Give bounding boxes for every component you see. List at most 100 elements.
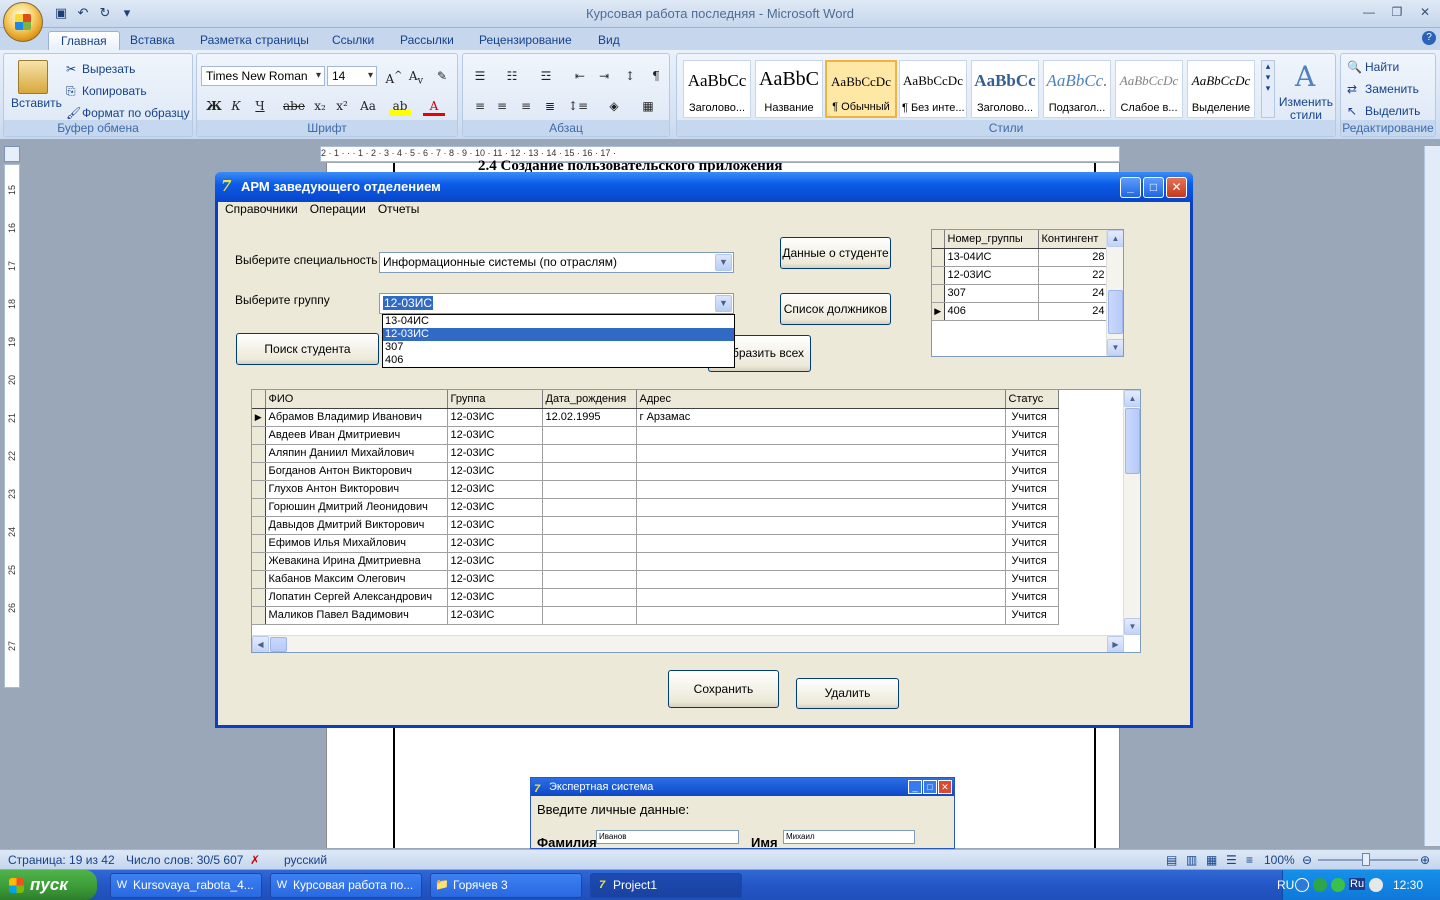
document-scrollbar[interactable]: [1424, 146, 1440, 846]
grid-cell[interactable]: 24: [1038, 284, 1109, 303]
table-row[interactable]: Давыдов Дмитрий Викторович 12-03ИС Учится: [252, 516, 1059, 535]
style-emphasis[interactable]: AaBbCcDc Выделение: [1187, 60, 1255, 118]
grid-cell[interactable]: 12.02.1995: [542, 408, 637, 427]
menu-references[interactable]: Справочники: [225, 202, 298, 220]
grid-cell[interactable]: [542, 570, 637, 589]
show-marks-icon[interactable]: ¶: [645, 66, 667, 86]
scroll-up-icon[interactable]: ▲: [1107, 230, 1123, 247]
cut-icon[interactable]: ✂: [66, 62, 76, 76]
dropdown-option[interactable]: 307: [383, 341, 734, 354]
dropdown-option[interactable]: 13-04ИС: [383, 315, 734, 328]
grid-cell[interactable]: [542, 534, 637, 553]
tab-review[interactable]: Рецензирование: [467, 31, 584, 50]
grid-cell[interactable]: 12-03ИС: [944, 266, 1039, 285]
paste-button[interactable]: Вставить: [11, 96, 62, 110]
spelling-check-icon[interactable]: ✗: [250, 853, 260, 867]
styles-scroll-icon[interactable]: ▴ ▾ ▾: [1261, 60, 1275, 118]
borders-icon[interactable]: ▦: [637, 96, 659, 116]
specialty-select[interactable]: Информационные системы (по отраслям) ▼: [379, 252, 734, 273]
tray-icon[interactable]: [1313, 878, 1327, 892]
table-row[interactable]: ▶ Абрамов Владимир Иванович 12-03ИС 12.02.1…: [252, 408, 1059, 427]
language-bar[interactable]: RU: [1277, 878, 1294, 892]
scroll-down-icon[interactable]: ▼: [1124, 618, 1140, 635]
vertical-ruler[interactable]: 15 16 17 18 19 20 21 22 23 24 25 26 27: [4, 164, 20, 688]
grid-cell[interactable]: 12-03ИС: [447, 444, 543, 463]
sort-icon[interactable]: ↕: [619, 66, 641, 86]
style-no-spacing[interactable]: AaBbCcDc ¶ Без инте...: [899, 60, 967, 118]
shrink-font-icon[interactable]: Av: [405, 66, 427, 86]
grid-cell[interactable]: [636, 570, 1006, 589]
grid-cell[interactable]: Богданов Антон Викторович: [265, 462, 448, 481]
style-normal[interactable]: AaBbCcDc ¶ Обычный: [825, 60, 897, 118]
view-print-layout-icon[interactable]: ▤: [1166, 853, 1177, 867]
change-styles-icon[interactable]: A: [1295, 60, 1315, 93]
table-row[interactable]: Аляпин Даниил Михайлович 12-03ИС Учится: [252, 444, 1059, 463]
zoom-level[interactable]: 100%: [1264, 853, 1295, 867]
grid-cell[interactable]: [636, 606, 1006, 625]
increase-indent-icon[interactable]: ⇥: [593, 66, 615, 86]
grid-cell[interactable]: 307: [944, 284, 1039, 303]
table-row[interactable]: Глухов Антон Викторович 12-03ИС Учится: [252, 480, 1059, 499]
zoom-out-icon[interactable]: ⊖: [1302, 853, 1312, 867]
table-row[interactable]: Горюшин Дмитрий Леонидович 12-03ИС Учится: [252, 498, 1059, 517]
style-heading2[interactable]: AaBbCc Заголово...: [971, 60, 1039, 118]
align-center-icon[interactable]: ≡: [491, 96, 513, 116]
find-student-button[interactable]: Поиск студента: [236, 333, 379, 365]
grid-cell[interactable]: 12-03ИС: [447, 426, 543, 445]
line-spacing-icon[interactable]: ↕≡: [567, 96, 589, 116]
scroll-up-icon[interactable]: ▲: [1124, 390, 1140, 407]
grid-cell[interactable]: 12-03ИС: [447, 552, 543, 571]
groups-grid-scrollbar[interactable]: ▲ ▼: [1106, 230, 1123, 356]
underline-icon[interactable]: Ч: [249, 96, 271, 116]
table-row[interactable]: ▶ 406 24: [932, 302, 1109, 321]
grid-cell[interactable]: 406: [944, 302, 1039, 321]
grid-cell[interactable]: [636, 426, 1006, 445]
grid-cell[interactable]: Абрамов Владимир Иванович: [265, 408, 448, 427]
font-color-icon[interactable]: A: [423, 96, 445, 116]
grid-cell[interactable]: 12-03ИС: [447, 588, 543, 607]
column-header[interactable]: Адрес: [636, 390, 1006, 409]
grid-cell[interactable]: [542, 462, 637, 481]
grid-cell[interactable]: [542, 426, 637, 445]
groups-grid[interactable]: Номер_группы Контингент 13-04ИС 28 12-03…: [931, 229, 1124, 357]
format-painter-button[interactable]: Формат по образцу: [82, 106, 190, 120]
shading-icon[interactable]: ◈: [603, 96, 625, 116]
grid-cell[interactable]: [636, 444, 1006, 463]
grid-cell[interactable]: Учится: [1005, 444, 1059, 463]
grid-cell[interactable]: Учится: [1005, 498, 1059, 517]
grid-cell[interactable]: Маликов Павел Вадимович: [265, 606, 448, 625]
change-case-icon[interactable]: Aa: [357, 96, 379, 116]
style-subtle-emphasis[interactable]: AaBbCcDc Слабое в...: [1115, 60, 1183, 118]
grid-cell[interactable]: Учится: [1005, 534, 1059, 553]
scroll-right-icon[interactable]: ▶: [1107, 636, 1124, 652]
style-title[interactable]: AaBbC Название: [755, 60, 823, 118]
column-header[interactable]: Статус: [1005, 390, 1059, 409]
language-indicator[interactable]: русский: [284, 853, 327, 867]
grid-cell[interactable]: 12-03ИС: [447, 498, 543, 517]
scroll-thumb[interactable]: [270, 637, 287, 652]
column-header[interactable]: Контингент: [1038, 230, 1109, 249]
students-grid-hscrollbar[interactable]: ◀ ▶: [252, 635, 1124, 652]
column-header[interactable]: ФИО: [265, 390, 448, 409]
style-heading1[interactable]: AaBbCc Заголово...: [683, 60, 751, 118]
grid-cell[interactable]: Аляпин Даниил Михайлович: [265, 444, 448, 463]
page-count[interactable]: Страница: 19 из 42: [8, 853, 115, 867]
align-left-icon[interactable]: ≡: [469, 96, 491, 116]
select-button[interactable]: Выделить: [1365, 104, 1420, 118]
grid-cell[interactable]: Учится: [1005, 408, 1059, 427]
paste-icon[interactable]: [18, 60, 48, 94]
grid-cell[interactable]: 12-03ИС: [447, 606, 543, 625]
task-folder[interactable]: 📁 Горячев 3: [430, 873, 582, 898]
grid-cell[interactable]: [636, 462, 1006, 481]
grid-cell[interactable]: 12-03ИС: [447, 534, 543, 553]
tab-home[interactable]: Главная: [48, 31, 120, 50]
scroll-thumb[interactable]: [1108, 290, 1123, 334]
scroll-down-icon[interactable]: ▼: [1107, 339, 1123, 356]
grid-cell[interactable]: Учится: [1005, 426, 1059, 445]
table-row[interactable]: Жевакина Ирина Дмитриевна 12-03ИС Учится: [252, 552, 1059, 571]
table-row[interactable]: Авдеев Иван Дмитриевич 12-03ИС Учится: [252, 426, 1059, 445]
tab-mailings[interactable]: Рассылки: [388, 31, 466, 50]
grid-cell[interactable]: Учится: [1005, 588, 1059, 607]
highlight-icon[interactable]: ab: [389, 96, 411, 116]
close-icon[interactable]: ✕: [1414, 3, 1436, 21]
